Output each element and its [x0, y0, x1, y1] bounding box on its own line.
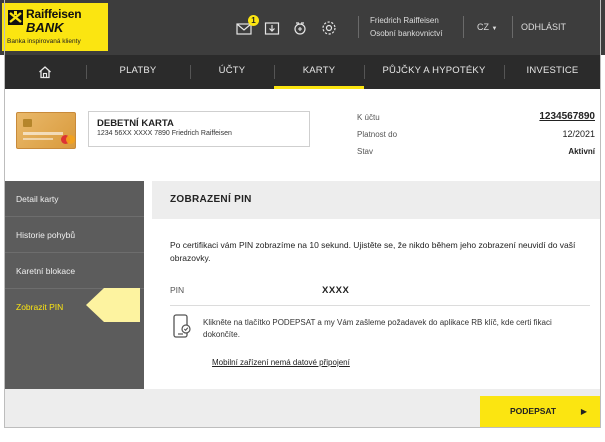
- status-label: Stav: [357, 147, 374, 156]
- header-divider: [358, 16, 359, 38]
- transfer-icon[interactable]: [292, 20, 308, 36]
- card-stripe: [23, 138, 53, 140]
- sign-button-label: PODEPSAT: [510, 406, 557, 416]
- pin-description: Po certifikaci vám PIN zobrazíme na 10 s…: [170, 240, 576, 263]
- language-selector[interactable]: CZ ▼: [477, 22, 497, 32]
- nav-karty[interactable]: KARTY: [274, 55, 364, 89]
- user-role: Osobní bankovnictví: [370, 29, 443, 38]
- nav-platby[interactable]: PLATBY: [86, 55, 190, 89]
- mastercard-logo: [66, 135, 75, 144]
- header-divider: [463, 16, 464, 38]
- no-data-connection-link[interactable]: Mobilní zařízení nemá datové připojení: [212, 358, 350, 367]
- raiffeisen-logo[interactable]: Raiffeisen BANK Banka inspirovaná klient…: [2, 3, 108, 51]
- validity-label: Platnost do: [357, 130, 398, 139]
- card-type: DEBETNÍ KARTA: [97, 118, 174, 129]
- logo-text-bank: BANK: [26, 20, 64, 35]
- validity-value: 12/2021: [562, 129, 595, 139]
- chevron-down-icon: ▼: [491, 26, 498, 32]
- logo-slogan: Banka inspirovaná klienty: [7, 38, 81, 45]
- language-label: CZ: [477, 22, 489, 32]
- side-item-detail-karty[interactable]: Detail karty: [4, 181, 144, 217]
- account-number-link[interactable]: 1234567890: [539, 111, 595, 122]
- logout-button[interactable]: ODHLÁSIT: [521, 22, 566, 32]
- card-info-panel: DEBETNÍ KARTA 1234 56XX XXXX 7890 Friedr…: [4, 103, 601, 170]
- logo-text-raiffeisen: Raiffeisen: [26, 7, 82, 21]
- nav-investice[interactable]: INVESTICE: [504, 55, 601, 89]
- inbox-icon[interactable]: [264, 20, 280, 36]
- nav-pujcky-hypoteky[interactable]: PŮJČKY A HYPOTÉKY: [364, 55, 504, 89]
- nav-ucty[interactable]: ÚČTY: [190, 55, 274, 89]
- user-name: Friedrich Raiffeisen: [370, 16, 439, 25]
- raiffeisen-logo-icon: [8, 10, 23, 25]
- status-value: Aktivní: [568, 147, 595, 156]
- phone-icon: [173, 314, 191, 338]
- account-label: K účtu: [357, 113, 380, 122]
- sign-notice: Klikněte na tlačítko PODEPSAT a my Vám z…: [203, 318, 552, 339]
- card-chip: [23, 119, 32, 127]
- side-item-historie-pohybu[interactable]: Historie pohybů: [4, 217, 144, 253]
- pin-label: PIN: [170, 285, 185, 295]
- chevron-right-icon: ▶: [580, 407, 587, 416]
- notification-badge: 1: [248, 15, 259, 26]
- page-title: ZOBRAZENÍ PIN: [152, 181, 601, 219]
- sign-button[interactable]: PODEPSAT ▶: [480, 396, 601, 427]
- card-stripe: [23, 132, 63, 135]
- header-divider: [512, 16, 513, 38]
- pin-value: XXXX: [322, 285, 350, 296]
- card-selector[interactable]: DEBETNÍ KARTA 1234 56XX XXXX 7890 Friedr…: [88, 111, 310, 147]
- debit-card-image: [16, 112, 76, 149]
- gear-icon[interactable]: [321, 20, 337, 36]
- top-header: Raiffeisen BANK Banka inspirovaná klient…: [0, 0, 605, 55]
- home-icon: [39, 66, 51, 79]
- highlight-arrow-icon: [86, 288, 140, 322]
- card-number-holder: 1234 56XX XXXX 7890 Friedrich Raiffeisen: [97, 130, 232, 137]
- divider: [170, 305, 590, 306]
- main-nav: PLATBY ÚČTY KARTY PŮJČKY A HYPOTÉKY INVE…: [4, 55, 601, 89]
- nav-home[interactable]: [4, 55, 86, 89]
- side-item-karetni-blokace[interactable]: Karetní blokace: [4, 253, 144, 289]
